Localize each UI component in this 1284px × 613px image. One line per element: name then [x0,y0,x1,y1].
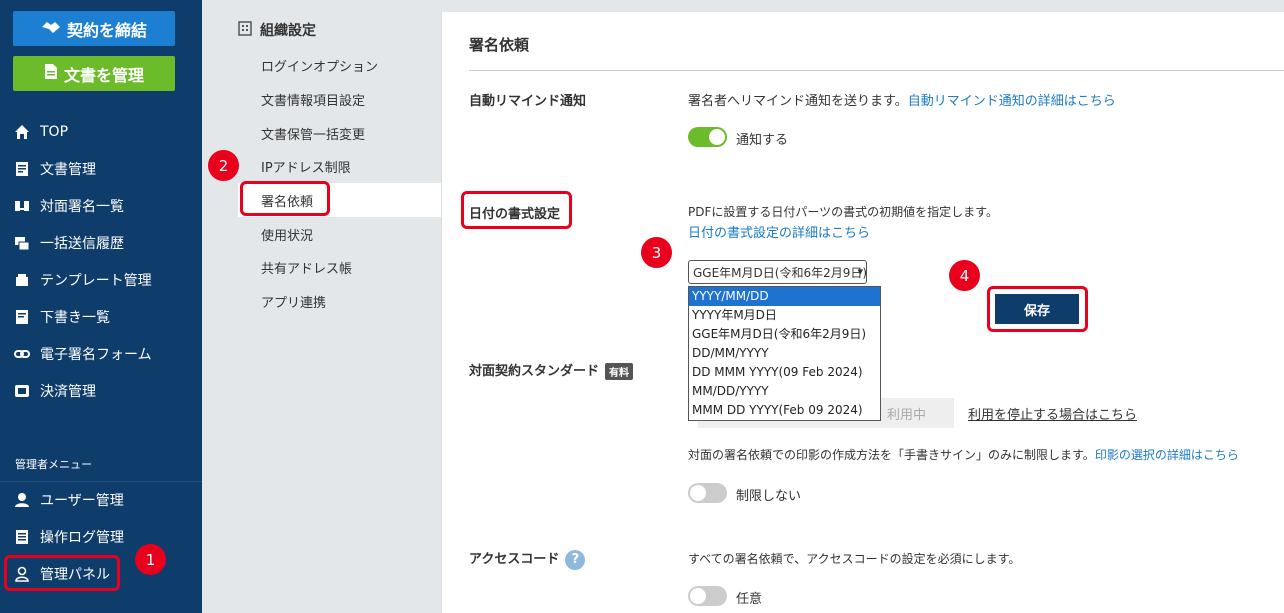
date-format-detail-link[interactable]: 日付の書式設定の詳細はこちら [688,222,870,241]
home-icon [13,123,31,141]
subnav-app-integration[interactable]: アプリ連携 [261,292,326,311]
manage-documents-label: 文書を管理 [63,65,144,85]
date-format-option[interactable]: YYYY/MM/DD [689,287,880,306]
date-format-option[interactable]: DD/MM/YYYY [689,344,880,363]
payment-icon [13,382,31,400]
subnav-title: 組織設定 [238,20,316,40]
face-to-face-icon [13,197,31,215]
user-icon [13,491,31,509]
settings-subnav: 組織設定 ログインオプション 文書情報項目設定 文書保管一括変更 IPアドレス制… [202,0,443,613]
nav-operation-log[interactable]: 操作ログ管理 [13,525,124,549]
reminder-detail-link[interactable]: 自動リマインド通知の詳細はこちら [908,94,1116,109]
nav-users[interactable]: ユーザー管理 [13,488,124,512]
highlight-admin-panel [4,555,120,591]
access-code-desc: すべての署名依頼で、アクセスコードの設定を必須にします。 [688,552,1021,566]
subnav-login-options[interactable]: ログインオプション [261,56,378,75]
nav-bulk-send[interactable]: 一括送信履歴 [13,231,124,255]
paid-badge: 有料 [605,363,634,380]
reminder-toggle[interactable] [688,127,727,147]
building-icon [238,20,252,40]
document-icon [44,63,58,84]
subnav-doc-fields[interactable]: 文書情報項目設定 [261,90,365,109]
reminder-desc: 署名者へリマインド通知を送ります。 [688,94,908,109]
nav-label: TOP [40,124,69,140]
nav-drafts[interactable]: 下書き一覧 [13,305,110,329]
nav-label: ユーザー管理 [40,493,124,509]
nav-e-sign-form[interactable]: 電子署名フォーム [13,342,152,366]
face-to-face-status: 利用中 [886,407,926,423]
date-format-option[interactable]: DD MMM YYYY(09 Feb 2024) [689,363,880,382]
nav-payments[interactable]: 決済管理 [13,379,96,403]
access-code-label-row: アクセスコード? [469,548,586,570]
date-format-option[interactable]: MM/DD/YYYY [689,382,880,401]
access-code-label: アクセスコード [469,552,560,567]
date-format-desc: PDFに設置する日付パーツの書式の初期値を指定します。 [688,205,998,219]
nav-label: 操作ログ管理 [40,530,124,546]
nav-label: 決済管理 [40,384,96,400]
help-icon[interactable]: ? [565,549,586,570]
reminder-label: 自動リマインド通知 [469,94,587,109]
seal-desc: 対面の署名依頼での印影の作成方法を「手書きサイン」のみに制限します。 [688,448,1095,462]
nav-documents[interactable]: 文書管理 [13,157,96,181]
date-format-option[interactable]: GGE年M月D日(令和6年2月9日) [689,325,880,344]
date-format-dropdown: YYYY/MM/DD YYYY年M月D日 GGE年M月D日(令和6年2月9日) … [688,286,881,421]
step-badge-2: 2 [208,150,239,181]
draft-icon [13,308,31,326]
contract-button-label: 契約を締結 [66,20,147,40]
seal-detail-link[interactable]: 印影の選択の詳細はこちら [1095,448,1239,462]
admin-divider [0,481,202,482]
handshake-icon [41,19,61,39]
face-to-face-label: 対面契約スタンダード [469,364,600,379]
document-icon [13,160,31,178]
date-format-option[interactable]: MMM DD YYYY(Feb 09 2024) [689,401,880,420]
date-format-selected: GGE年M月D日(令和6年2月9日) [693,265,867,280]
highlight-save-button [987,286,1088,332]
seal-desc-row: 対面の署名依頼での印影の作成方法を「手書きサイン」のみに制限します。印影の選択の… [688,446,1239,463]
subnav-shared-address-book[interactable]: 共有アドレス帳 [261,258,352,277]
nav-label: 一括送信履歴 [40,236,124,252]
step-badge-4: 4 [949,260,980,291]
access-code-toggle-label: 任意 [736,592,763,607]
panel-title: 署名依頼 [469,36,530,54]
access-code-toggle[interactable] [688,586,727,606]
seal-restrict-toggle-label: 制限しない [736,489,802,504]
bulk-send-icon [13,234,31,252]
step-badge-3: 3 [641,237,672,268]
highlight-signature-request [240,181,330,216]
admin-menu-label: 管理者メニュー [15,458,92,471]
seal-restrict-toggle[interactable] [688,483,727,503]
nav-label: 下書き一覧 [40,310,110,326]
sidebar: 契約を締結 文書を管理 TOP 文書管理 対面署名一覧 一括送信履歴 テンプレー… [0,0,202,613]
nav-face-to-face[interactable]: 対面署名一覧 [13,194,124,218]
nav-label: 電子署名フォーム [40,347,152,363]
stop-usage-link[interactable]: 利用を停止する場合はこちら [968,404,1137,423]
settings-panel: 署名依頼 自動リマインド通知 署名者へリマインド通知を送ります。自動リマインド通… [441,12,1284,613]
nav-label: 対面署名一覧 [40,199,124,215]
nav-label: テンプレート管理 [40,273,152,289]
subnav-usage[interactable]: 使用状況 [261,225,313,244]
date-format-option[interactable]: YYYY年M月D日 [689,306,880,325]
step-badge-1: 1 [135,544,166,575]
reminder-desc-row: 署名者へリマインド通知を送ります。自動リマインド通知の詳細はこちら [688,90,1116,109]
nav-templates[interactable]: テンプレート管理 [13,268,152,292]
template-icon [13,271,31,289]
chevron-down-icon: ▾ [857,265,863,278]
subnav-title-text: 組織設定 [260,23,316,39]
nav-label: 文書管理 [40,162,96,178]
link-icon [13,345,31,363]
manage-documents-button[interactable]: 文書を管理 [13,56,175,91]
panel-divider [469,70,1284,71]
highlight-date-format [461,191,572,229]
contract-button[interactable]: 契約を締結 [13,11,175,46]
nav-top[interactable]: TOP [13,120,68,144]
face-to-face-label-row: 対面契約スタンダード 有料 [469,360,634,380]
reminder-toggle-label: 通知する [736,133,789,148]
subnav-bulk-storage[interactable]: 文書保管一括変更 [261,124,365,143]
subnav-ip-restriction[interactable]: IPアドレス制限 [261,157,351,176]
date-format-select[interactable]: GGE年M月D日(令和6年2月9日) ▾ [688,260,867,284]
log-icon [13,528,31,546]
